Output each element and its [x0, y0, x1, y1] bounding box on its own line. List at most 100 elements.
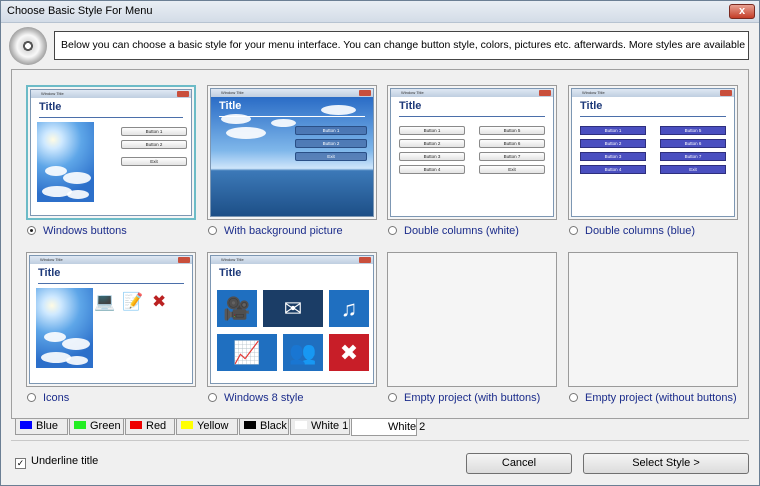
preview-title-underline — [399, 116, 545, 117]
style-option-label: With background picture — [224, 225, 343, 237]
preview-button: Button 7 — [479, 152, 545, 161]
preview-titlebar: Window Title — [31, 90, 191, 98]
style-card[interactable]: Window Title Title 🎥 ✉ ♫ 📈 👥 ✖ — [207, 252, 377, 387]
preview-title-underline — [39, 117, 183, 118]
select-style-button[interactable]: Select Style > — [583, 453, 749, 474]
title-bar: Choose Basic Style For Menu x — [1, 1, 759, 23]
style-option[interactable]: Windows 8 style — [208, 391, 303, 405]
camera-icon: 🎥 — [217, 290, 257, 327]
preview-button: Button 6 — [660, 139, 726, 148]
style-card[interactable]: Window Title Title 💻 📝 ✖ — [26, 252, 196, 387]
style-card[interactable]: Window Title Title Button 1 Button 2 Exit — [207, 85, 377, 220]
color-swatch — [74, 421, 86, 429]
color-tab[interactable]: Black — [239, 419, 289, 435]
preview-button: Button 7 — [660, 152, 726, 161]
preview-close-icon — [720, 90, 732, 96]
cancel-button[interactable]: Cancel — [466, 453, 572, 474]
preview-title-underline — [38, 283, 184, 284]
color-tab[interactable]: Yellow — [176, 419, 238, 435]
preview-button: Button 2 — [121, 140, 187, 149]
color-tab-label: Black — [260, 420, 287, 432]
style-preview: Window Title Title 🎥 ✉ ♫ 📈 👥 ✖ — [210, 255, 374, 384]
preview-title-underline — [219, 116, 365, 117]
color-swatch — [181, 421, 193, 429]
style-preview: Window Title Title Button 1 Button 2 Exit — [210, 88, 374, 217]
color-tab[interactable]: Green — [69, 419, 124, 435]
preview-button: Button 2 — [580, 139, 646, 148]
preview-title: Title — [580, 100, 603, 112]
style-option-label: Double columns (blue) — [585, 225, 696, 237]
style-card[interactable] — [387, 252, 557, 387]
color-tab[interactable]: White 2 — [351, 418, 425, 436]
color-tab-label: Red — [146, 420, 167, 432]
style-option[interactable]: Empty project (without buttons) — [569, 391, 737, 405]
music-icon: ♫ — [329, 290, 369, 327]
radio-button[interactable] — [27, 226, 36, 235]
people-icon: 👥 — [283, 334, 323, 371]
radio-button[interactable] — [208, 226, 217, 235]
preview-button: Button 4 — [399, 165, 465, 174]
cloud — [66, 356, 88, 365]
style-option[interactable]: With background picture — [208, 224, 343, 238]
preview-button: Button 5 — [660, 126, 726, 135]
style-preview: Window Title Title Button 1 Button 2 Exit — [30, 89, 192, 216]
preview-titlebar: Window Title — [211, 256, 373, 264]
style-card[interactable]: Window Title Title Button 1 Button 2 Button … — [568, 85, 738, 220]
radio-button[interactable] — [208, 393, 217, 402]
preview-close-icon — [178, 257, 190, 263]
preview-window-title: Window Title — [41, 91, 64, 96]
preview-button: Button 1 — [295, 126, 367, 135]
checkbox-box[interactable]: ✓ — [15, 458, 26, 469]
style-option-label: Empty project (without buttons) — [585, 392, 737, 404]
preview-button: Exit — [660, 165, 726, 174]
style-option[interactable]: Icons — [27, 391, 69, 405]
preview-titlebar: Window Title — [30, 256, 192, 264]
preview-close-icon — [539, 90, 551, 96]
preview-window-title: Window Title — [221, 90, 244, 95]
cloud — [226, 127, 266, 139]
sky-picture — [37, 122, 94, 202]
close-icon: ✖ — [329, 334, 369, 371]
style-card[interactable]: Window Title Title Button 1 Button 2 Exit — [26, 85, 196, 220]
preview-button: Exit — [479, 165, 545, 174]
color-tab[interactable]: White 1 — [290, 419, 350, 435]
color-tab[interactable]: Red — [125, 419, 175, 435]
color-swatch — [244, 421, 256, 429]
color-tab-label: Green — [90, 420, 121, 432]
style-option[interactable]: Double columns (white) — [388, 224, 519, 238]
preview-window-title: Window Title — [40, 257, 63, 262]
radio-button[interactable] — [27, 393, 36, 402]
color-swatch — [130, 421, 142, 429]
cloud — [271, 119, 296, 127]
color-tab-label: Yellow — [197, 420, 229, 432]
cloud — [62, 337, 90, 350]
preview-button: Button 1 — [121, 127, 187, 136]
preview-close-icon — [177, 91, 189, 97]
style-option[interactable]: Double columns (blue) — [569, 224, 695, 238]
radio-button[interactable] — [569, 226, 578, 235]
preview-button: Button 2 — [399, 139, 465, 148]
delete-icon: ✖ — [152, 292, 167, 311]
color-tab[interactable]: Blue — [15, 419, 68, 435]
cloud — [321, 105, 356, 115]
style-option-label: Windows 8 style — [224, 392, 304, 404]
style-preview: Window Title Title 💻 📝 ✖ — [29, 255, 193, 384]
radio-button[interactable] — [388, 393, 397, 402]
preview-close-icon — [359, 257, 371, 263]
radio-button[interactable] — [388, 226, 397, 235]
preview-title: Title — [399, 100, 422, 112]
preview-button: Button 4 — [580, 165, 646, 174]
style-option[interactable]: Windows buttons — [27, 224, 127, 238]
preview-window-title: Window Title — [221, 257, 244, 262]
style-preview: Window Title Title Button 1 Button 2 Button … — [571, 88, 735, 217]
radio-button[interactable] — [569, 393, 578, 402]
color-tab-label: Blue — [36, 420, 59, 432]
style-card[interactable]: Window Title Title Button 1 Button 2 Button … — [387, 85, 557, 220]
preview-button: Button 3 — [580, 152, 646, 161]
style-option[interactable]: Empty project (with buttons) — [388, 391, 540, 405]
underline-title-checkbox[interactable]: ✓ Underline title — [15, 455, 98, 469]
preview-button: Button 1 — [399, 126, 465, 135]
preview-titlebar: Window Title — [572, 89, 734, 97]
style-card[interactable] — [568, 252, 738, 387]
close-button[interactable]: x — [729, 4, 755, 19]
